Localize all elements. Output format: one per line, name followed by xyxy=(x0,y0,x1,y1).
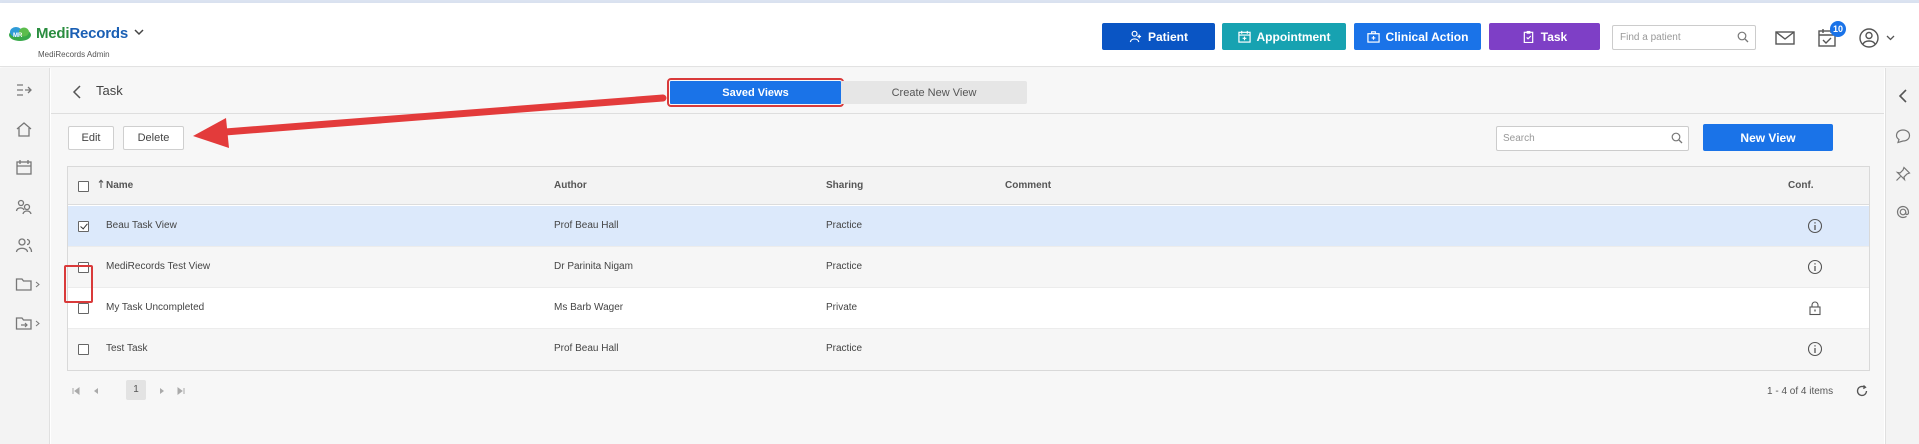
medical-case-icon xyxy=(1366,31,1380,43)
tab-saved-views[interactable]: Saved Views xyxy=(667,78,844,107)
table-row[interactable]: MediRecords Test View Dr Parinita Nigam … xyxy=(68,247,1869,288)
info-icon[interactable] xyxy=(1807,259,1823,275)
column-sharing[interactable]: Sharing xyxy=(826,180,863,191)
chat-icon[interactable] xyxy=(1895,128,1911,144)
folder-share-icon[interactable] xyxy=(15,314,33,332)
info-icon[interactable] xyxy=(1807,218,1823,234)
select-all-checkbox[interactable] xyxy=(78,181,89,192)
search-input[interactable]: Search xyxy=(1496,126,1689,151)
chevron-right-icon[interactable] xyxy=(35,281,40,288)
calendar-icon[interactable] xyxy=(15,158,33,176)
left-sidebar xyxy=(0,68,50,444)
clipboard-icon xyxy=(1523,30,1534,43)
notification-badge: 10 xyxy=(1830,21,1846,37)
patient-button[interactable]: Patient xyxy=(1102,23,1215,50)
chevron-down-icon[interactable] xyxy=(134,28,144,39)
calendar-add-icon xyxy=(1237,30,1251,43)
row-checkbox[interactable] xyxy=(78,344,89,355)
patients-icon[interactable] xyxy=(15,197,33,215)
saved-views-table: Name Author Sharing Comment Conf. Beau T… xyxy=(67,166,1870,371)
add-patient-icon xyxy=(1129,30,1142,43)
folder-icon[interactable] xyxy=(15,275,33,293)
task-button[interactable]: Task xyxy=(1489,23,1600,50)
app-header: MR MediRecords MediRecords Admin Patient… xyxy=(0,3,1919,67)
user-account-icon[interactable] xyxy=(1858,27,1880,49)
page-number[interactable]: 1 xyxy=(126,380,146,400)
chevron-right-icon[interactable] xyxy=(35,320,40,327)
back-arrow-icon[interactable] xyxy=(71,85,83,99)
search-icon[interactable] xyxy=(1737,31,1749,43)
sort-ascending-icon[interactable] xyxy=(98,179,104,189)
edit-button[interactable]: Edit xyxy=(68,126,114,150)
title-bar: Task Saved Views Create New View xyxy=(51,68,1884,114)
info-icon[interactable] xyxy=(1807,341,1823,357)
table-row[interactable]: Beau Task View Prof Beau Hall Practice xyxy=(68,206,1869,247)
chevron-left-icon[interactable] xyxy=(1895,88,1911,104)
row-name: Test Task xyxy=(106,343,148,354)
collapse-menu-icon[interactable] xyxy=(15,81,33,99)
column-name[interactable]: Name xyxy=(106,180,133,191)
prev-page-icon[interactable] xyxy=(91,386,101,396)
chevron-down-icon[interactable] xyxy=(1886,35,1895,41)
org-label: MediRecords Admin xyxy=(38,50,110,59)
main-content: Task Saved Views Create New View Edit De… xyxy=(51,68,1884,444)
at-icon[interactable] xyxy=(1895,204,1911,220)
row-sharing: Private xyxy=(826,302,858,313)
pin-icon[interactable] xyxy=(1895,166,1911,182)
row-checkbox[interactable] xyxy=(78,303,89,314)
table-row[interactable]: Test Task Prof Beau Hall Practice xyxy=(68,329,1869,370)
tab-create-new-view[interactable]: Create New View xyxy=(841,81,1027,104)
new-view-button[interactable]: New View xyxy=(1703,124,1833,151)
logo-text: MediRecords xyxy=(36,25,128,42)
mail-icon[interactable] xyxy=(1774,27,1796,49)
row-name: MediRecords Test View xyxy=(106,261,211,272)
find-patient-input[interactable]: Find a patient xyxy=(1612,25,1756,50)
search-icon[interactable] xyxy=(1671,132,1683,144)
appointment-button[interactable]: Appointment xyxy=(1222,23,1346,50)
page-title: Task xyxy=(96,83,123,98)
delete-button[interactable]: Delete xyxy=(123,126,184,150)
last-page-icon[interactable] xyxy=(176,386,186,396)
app-logo[interactable]: MR MediRecords xyxy=(8,25,144,42)
medirecords-logo-icon: MR xyxy=(9,26,31,41)
column-conf[interactable]: Conf. xyxy=(1788,180,1814,191)
home-icon[interactable] xyxy=(15,120,33,138)
refresh-icon[interactable] xyxy=(1855,384,1869,398)
row-author: Dr Parinita Nigam xyxy=(554,261,633,272)
users-icon[interactable] xyxy=(15,236,33,254)
row-author: Prof Beau Hall xyxy=(554,220,619,231)
lock-icon[interactable] xyxy=(1807,300,1823,316)
row-sharing: Practice xyxy=(826,261,863,272)
highlight-box xyxy=(64,265,93,303)
column-comment[interactable]: Comment xyxy=(1005,180,1051,191)
row-author: Prof Beau Hall xyxy=(554,343,619,354)
table-header: Name Author Sharing Comment Conf. xyxy=(68,167,1869,205)
clinical-action-button[interactable]: Clinical Action xyxy=(1354,23,1481,50)
svg-text:MR: MR xyxy=(13,33,23,39)
table-row[interactable]: My Task Uncompleted Ms Barb Wager Privat… xyxy=(68,288,1869,329)
next-page-icon[interactable] xyxy=(157,386,167,396)
row-sharing: Practice xyxy=(826,343,863,354)
row-checkbox[interactable] xyxy=(78,221,89,232)
column-author[interactable]: Author xyxy=(554,180,587,191)
row-name: My Task Uncompleted xyxy=(106,302,205,313)
row-sharing: Practice xyxy=(826,220,863,231)
row-name: Beau Task View xyxy=(106,220,177,231)
first-page-icon[interactable] xyxy=(71,386,81,396)
pager-info: 1 - 4 of 4 items xyxy=(1767,386,1834,397)
right-sidebar xyxy=(1885,68,1919,444)
row-author: Ms Barb Wager xyxy=(554,302,624,313)
